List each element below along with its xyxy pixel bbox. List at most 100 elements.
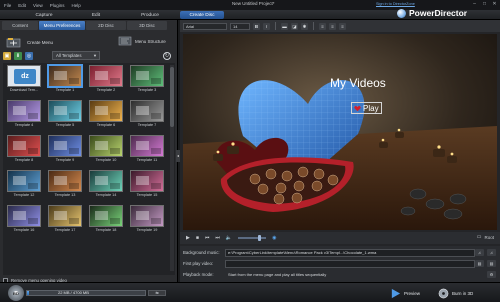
align-center-icon[interactable]: ≡	[329, 22, 336, 30]
subtab-3d-disc[interactable]: 3D Disc	[127, 21, 167, 30]
download-icon[interactable]: ⬇	[14, 52, 22, 60]
template-thumbnail[interactable]	[48, 65, 82, 87]
align-right-icon[interactable]: ≡	[339, 22, 346, 30]
template-item[interactable]: Template 3	[128, 65, 166, 98]
menu-view[interactable]: View	[33, 3, 43, 8]
template-thumbnail[interactable]	[89, 135, 123, 157]
subtab-content[interactable]: Content	[2, 21, 38, 30]
template-item[interactable]: Template 6	[87, 100, 125, 133]
template-item[interactable]: Template 17	[46, 205, 84, 238]
template-item[interactable]: Template 11	[128, 135, 166, 168]
menu-play-button[interactable]: Play	[351, 102, 382, 114]
playback-mode-settings-icon[interactable]: ⚙	[487, 271, 496, 278]
background-music-field[interactable]: e:\Program\CyberLink\template\Menu\Roman…	[225, 249, 475, 257]
root-menu-selector[interactable]: ▭ Root	[477, 234, 494, 240]
playback-mode-label: Playback mode:	[183, 272, 214, 277]
template-filter-select[interactable]: All Templates ▼	[52, 51, 100, 60]
font-select[interactable]: Arial	[183, 22, 227, 30]
folder-icon[interactable]: ▣	[3, 52, 11, 60]
burn-3d-button[interactable]: Burn in 3D	[438, 287, 473, 300]
preview-button[interactable]: Preview	[390, 287, 420, 300]
template-thumbnail[interactable]	[130, 135, 164, 157]
template-thumbnail[interactable]	[130, 65, 164, 87]
template-item[interactable]: Template 15	[128, 170, 166, 203]
template-thumbnail[interactable]	[48, 100, 82, 122]
tab-produce[interactable]: Produce	[120, 11, 180, 19]
align-left-icon[interactable]: ≡	[319, 22, 326, 30]
template-item[interactable]: dz Download Tem...	[5, 65, 43, 98]
template-thumbnail[interactable]	[89, 65, 123, 87]
template-thumbnail[interactable]	[48, 135, 82, 157]
3d-toggle-icon[interactable]: ◉	[272, 235, 276, 241]
stop-icon[interactable]: ■	[196, 235, 199, 241]
template-item[interactable]: Template 2	[87, 65, 125, 98]
music-settings-icon[interactable]: ♫	[475, 249, 484, 256]
text-color-icon[interactable]: ▬	[281, 22, 288, 30]
menu-edit[interactable]: Edit	[18, 3, 26, 8]
close-icon[interactable]: ✕	[491, 1, 498, 7]
template-item[interactable]: Template 1	[46, 65, 84, 98]
menu-preview[interactable]: My Videos Play	[183, 34, 497, 230]
template-item[interactable]: Template 9	[46, 135, 84, 168]
bold-button[interactable]: B	[253, 22, 260, 30]
tab-edit[interactable]: Edit	[66, 11, 126, 19]
menu-help[interactable]: Help	[71, 3, 80, 8]
template-item[interactable]: Template 18	[87, 205, 125, 238]
template-item[interactable]: Template 14	[87, 170, 125, 203]
menu-structure-button[interactable]: Menu Structure	[118, 36, 166, 46]
subtab-2d-disc[interactable]: 2D Disc	[86, 21, 126, 30]
template-thumbnail[interactable]	[7, 205, 41, 227]
create-menu-row[interactable]: Create Menu	[6, 37, 53, 48]
template-thumbnail[interactable]	[48, 170, 82, 192]
template-item[interactable]: Template 10	[87, 135, 125, 168]
refresh-icon[interactable]: ↻	[163, 52, 171, 60]
first-play-add-icon[interactable]: ▤	[475, 260, 484, 267]
minimize-icon[interactable]: –	[471, 1, 478, 7]
template-item[interactable]: Template 5	[46, 100, 84, 133]
screen-icon[interactable]: ▭	[477, 234, 482, 240]
play-icon[interactable]: ▶	[186, 235, 190, 241]
volume-knob[interactable]	[258, 235, 262, 241]
first-play-field[interactable]	[225, 260, 475, 268]
italic-button[interactable]: I	[263, 22, 270, 30]
template-thumbnail[interactable]	[89, 170, 123, 192]
menu-title-text[interactable]: My Videos	[330, 76, 386, 90]
tab-capture[interactable]: Capture	[14, 11, 74, 19]
tab-create-disc[interactable]: Create Disc	[180, 11, 224, 19]
maximize-icon[interactable]: □	[481, 1, 488, 7]
template-thumbnail[interactable]	[7, 100, 41, 122]
music-remove-icon[interactable]: ♫	[487, 249, 496, 256]
template-scrollbar[interactable]	[170, 65, 174, 271]
menu-file[interactable]: File	[4, 3, 11, 8]
template-item[interactable]: Template 19	[128, 205, 166, 238]
template-item[interactable]: Template 12	[5, 170, 43, 203]
previous-icon[interactable]: ⏮	[205, 235, 210, 241]
text-effect-icon[interactable]: ✱	[301, 22, 308, 30]
template-item[interactable]: Template 8	[5, 135, 43, 168]
template-thumbnail[interactable]	[130, 100, 164, 122]
template-thumbnail[interactable]	[89, 100, 123, 122]
template-item[interactable]: Template 4	[5, 100, 43, 133]
scrollbar-thumb[interactable]	[170, 67, 174, 127]
template-item[interactable]: Template 7	[128, 100, 166, 133]
text-shadow-icon[interactable]: ◪	[291, 22, 298, 30]
template-thumbnail[interactable]	[89, 205, 123, 227]
font-size-select[interactable]: 14	[230, 22, 250, 30]
template-thumbnail[interactable]	[7, 170, 41, 192]
sign-in-link[interactable]: Sign in to DirectorZone	[376, 2, 415, 6]
volume-icon[interactable]: 🔈	[226, 235, 232, 241]
template-item[interactable]: Template 13	[46, 170, 84, 203]
subtab-menu-preferences[interactable]: Menu Preferences	[39, 21, 85, 30]
template-thumbnail[interactable]	[130, 205, 164, 227]
next-icon[interactable]: ⏭	[215, 235, 220, 241]
disc-size-select[interactable]: ⇆	[148, 290, 166, 296]
template-thumbnail[interactable]	[48, 205, 82, 227]
volume-slider[interactable]	[238, 235, 267, 241]
menu-plugins[interactable]: Plugins	[50, 3, 65, 8]
download-templates-thumbnail[interactable]: dz	[7, 65, 41, 87]
template-thumbnail[interactable]	[130, 170, 164, 192]
first-play-remove-icon[interactable]: ▤	[487, 260, 496, 267]
template-thumbnail[interactable]	[7, 135, 41, 157]
template-item[interactable]: Template 16	[5, 205, 43, 238]
directorzone-icon[interactable]: ◎	[25, 52, 33, 60]
